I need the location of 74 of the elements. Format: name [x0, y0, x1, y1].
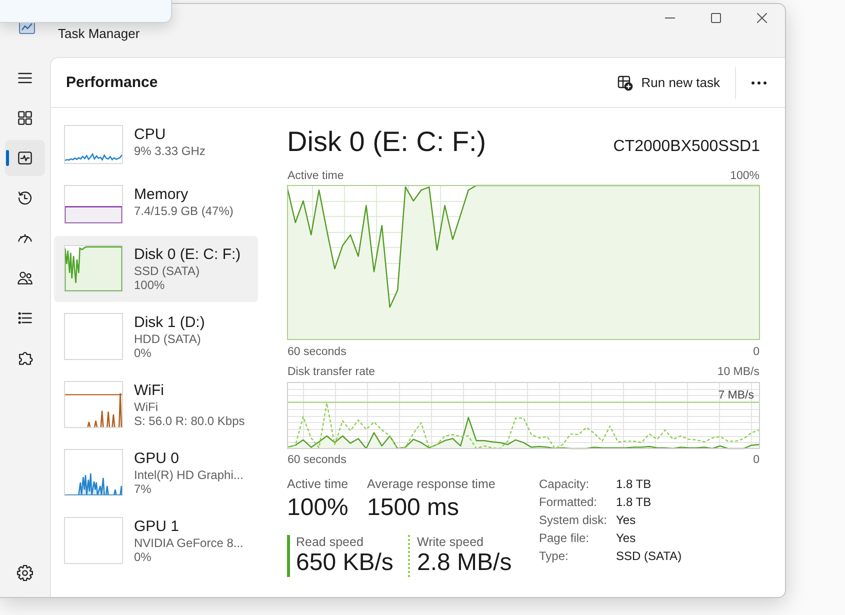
- chart-title: Active time: [288, 170, 344, 182]
- device-detail: 7.4/15.9 GB (47%): [134, 204, 234, 218]
- property-value: Yes: [616, 531, 637, 545]
- axis-label: 10 MB/s: [717, 366, 760, 378]
- stat-value: 1500 ms: [367, 494, 460, 522]
- axis-label: 100%: [730, 170, 760, 182]
- device-detail: 9% 3.33 GHz: [134, 144, 206, 158]
- maximize-icon: [711, 13, 721, 23]
- axis-label: 0: [753, 454, 760, 466]
- device-name: GPU 0: [134, 449, 180, 468]
- scale-label: 7 MB/s: [718, 389, 754, 402]
- device-detail: 7%: [134, 482, 152, 496]
- device-detail: WiFi: [134, 400, 159, 414]
- scale-line: [65, 394, 122, 396]
- property-value: Yes: [616, 513, 637, 527]
- device-item[interactable]: Disk 1 (D:) HDD (SATA) 0%: [54, 304, 258, 370]
- device-name: GPU 1: [134, 517, 180, 536]
- device-model: CT2000BX500SSD1: [613, 138, 760, 156]
- device-item[interactable]: Disk 0 (E: C: F:) SSD (SATA) 100%: [54, 236, 258, 302]
- stat-label: Average response time: [367, 477, 496, 491]
- device-name: WiFi: [134, 381, 165, 400]
- device-name: Disk 1 (D:): [134, 313, 205, 332]
- property-label: Page file:: [539, 531, 590, 545]
- property-value: 1.8 TB: [616, 495, 652, 509]
- device-detail: 100%: [134, 278, 166, 292]
- stat-value: 650 KB/s: [296, 549, 394, 577]
- list-icon: [16, 309, 34, 327]
- device-item[interactable]: Memory 7.4/15.9 GB (47%): [54, 176, 258, 234]
- run-new-task-button[interactable]: Run new task: [609, 66, 728, 98]
- chart-title: Disk transfer rate: [288, 366, 376, 378]
- usage-graph: [64, 313, 123, 360]
- device-detail: NVIDIA GeForce 8...: [134, 536, 244, 550]
- performance-nav-button[interactable]: [5, 140, 45, 176]
- device-name: Memory: [134, 185, 190, 204]
- page-title: Performance: [66, 74, 159, 91]
- device-item[interactable]: CPU 9% 3.33 GHz: [54, 116, 258, 174]
- device-item[interactable]: WiFi WiFi S: 56.0 R: 80.0 Kbps: [54, 372, 258, 438]
- property-label: Formatted:: [539, 495, 598, 509]
- stat-label: Write speed: [417, 535, 484, 549]
- pulse-icon: [16, 149, 34, 167]
- device-name: CPU: [134, 125, 167, 144]
- property-value: 1.8 TB: [616, 477, 652, 491]
- device-detail: SSD (SATA): [134, 264, 201, 278]
- device-title: Disk 0 (E: C: F:): [287, 125, 486, 159]
- stat-value: 2.8 MB/s: [417, 549, 512, 577]
- grid-icon: [16, 109, 34, 127]
- close-icon: [757, 13, 767, 23]
- stat-value: 100%: [287, 494, 350, 522]
- puzzle-icon: [16, 349, 34, 367]
- stat-label: Read speed: [296, 535, 364, 549]
- device-detail: Intel(R) HD Graphi...: [134, 468, 244, 482]
- device-detail: S: 56.0 R: 80.0 Kbps: [134, 414, 245, 428]
- settings-icon: [16, 564, 34, 582]
- axis-label: 60 seconds: [288, 346, 346, 358]
- axis-label: 60 seconds: [288, 454, 346, 466]
- history-icon: [16, 189, 34, 207]
- new-task-icon: [617, 74, 634, 90]
- property-value: SSD (SATA): [616, 549, 682, 563]
- users-icon: [16, 269, 34, 287]
- usage-graph: [64, 517, 123, 564]
- property-label: System disk:: [539, 513, 608, 527]
- axis-label: 0: [753, 346, 760, 358]
- device-detail: 0%: [134, 346, 152, 360]
- property-label: Capacity:: [539, 477, 590, 491]
- device-item[interactable]: GPU 1 NVIDIA GeForce 8... 0%: [54, 508, 258, 574]
- device-name: Disk 0 (E: C: F:): [134, 245, 241, 264]
- selection-indicator: [6, 150, 9, 166]
- more-icon: [751, 80, 767, 84]
- device-item[interactable]: GPU 0 Intel(R) HD Graphi... 7%: [54, 440, 258, 506]
- device-detail: HDD (SATA): [134, 332, 202, 346]
- property-label: Type:: [539, 549, 570, 563]
- device-detail: 0%: [134, 550, 152, 564]
- window-title: Task Manager: [58, 26, 141, 41]
- stat-label: Active time: [287, 477, 350, 491]
